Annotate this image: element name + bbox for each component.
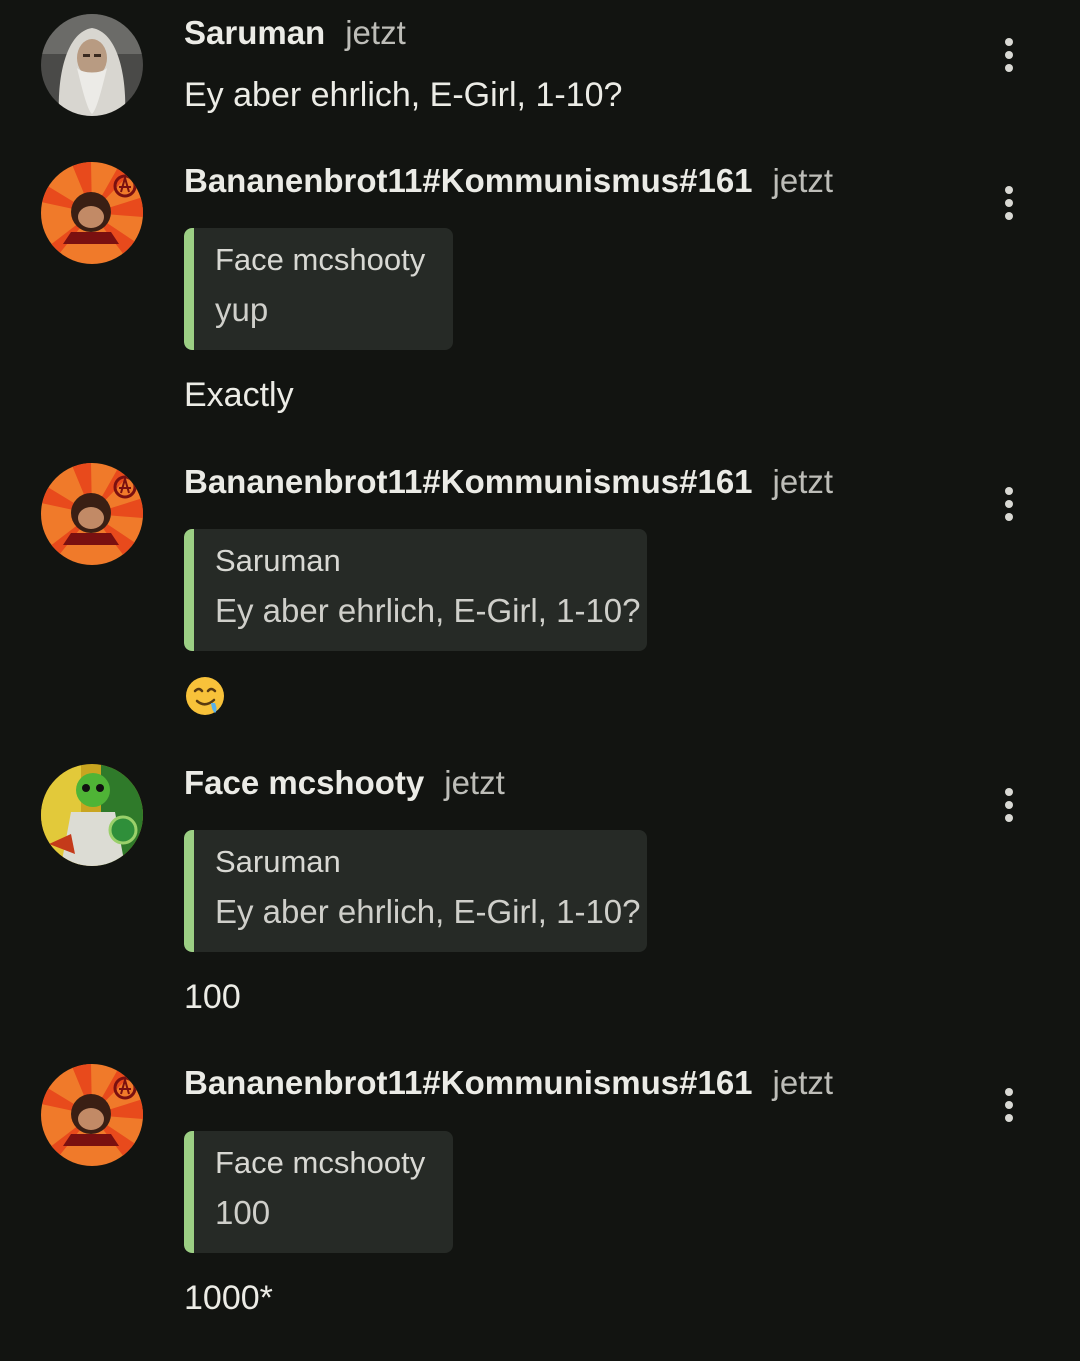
message: Bananenbrot11#Kommunismus#161 jetzt Face … bbox=[0, 1064, 1080, 1334]
avatar-bananenbrot[interactable] bbox=[41, 1064, 143, 1166]
face-mcshooty-avatar-image bbox=[41, 764, 143, 866]
reply-quote[interactable]: Face mcshooty 100 bbox=[184, 1131, 453, 1253]
quote-text: 100 bbox=[215, 1194, 271, 1231]
drooling-face-emoji bbox=[186, 677, 224, 715]
quote-author: Saruman bbox=[215, 543, 341, 578]
author-name[interactable]: Bananenbrot11#Kommunismus#161 bbox=[184, 463, 753, 500]
more-options-icon[interactable] bbox=[990, 480, 1028, 528]
saruman-avatar-image bbox=[41, 14, 143, 116]
message-header: Face mcshooty jetzt bbox=[184, 764, 505, 808]
message-header: Saruman jetzt bbox=[184, 14, 406, 58]
bananenbrot-avatar-image bbox=[41, 1064, 143, 1166]
avatar-face-mcshooty[interactable] bbox=[41, 764, 143, 866]
message-text: 100 bbox=[184, 978, 241, 1016]
author-name[interactable]: Bananenbrot11#Kommunismus#161 bbox=[184, 162, 753, 199]
author-name[interactable]: Face mcshooty bbox=[184, 764, 424, 801]
more-options-icon[interactable] bbox=[990, 31, 1028, 79]
quote-author: Face mcshooty bbox=[215, 242, 426, 277]
message-text: 1000* bbox=[184, 1279, 273, 1317]
bananenbrot-avatar-image bbox=[41, 162, 143, 264]
message-header: Bananenbrot11#Kommunismus#161 jetzt bbox=[184, 162, 833, 206]
timestamp: jetzt bbox=[345, 14, 406, 51]
message: Saruman jetzt Ey aber ehrlich, E-Girl, 1-… bbox=[0, 14, 1080, 124]
quote-text: Ey aber ehrlich, E-Girl, 1-10? bbox=[215, 893, 641, 930]
message: Bananenbrot11#Kommunismus#161 jetzt Sarum… bbox=[0, 463, 1080, 723]
author-name[interactable]: Saruman bbox=[184, 14, 325, 51]
reply-quote[interactable]: Saruman Ey aber ehrlich, E-Girl, 1-10? bbox=[184, 529, 647, 651]
bananenbrot-avatar-image bbox=[41, 463, 143, 565]
timestamp: jetzt bbox=[444, 764, 505, 801]
quote-author: Face mcshooty bbox=[215, 1145, 426, 1180]
reply-quote[interactable]: Face mcshooty yup bbox=[184, 228, 453, 350]
reply-quote[interactable]: Saruman Ey aber ehrlich, E-Girl, 1-10? bbox=[184, 830, 647, 952]
quote-author: Saruman bbox=[215, 844, 341, 879]
timestamp: jetzt bbox=[772, 1064, 834, 1101]
quote-accent-bar bbox=[184, 228, 194, 350]
message-text: Exactly bbox=[184, 376, 294, 414]
quote-accent-bar bbox=[184, 1131, 194, 1253]
message-text: Ey aber ehrlich, E-Girl, 1-10? bbox=[184, 76, 623, 114]
timestamp: jetzt bbox=[772, 162, 834, 199]
avatar-bananenbrot[interactable] bbox=[41, 162, 143, 264]
message-header: Bananenbrot11#Kommunismus#161 jetzt bbox=[184, 1064, 833, 1108]
quote-accent-bar bbox=[184, 830, 194, 952]
timestamp: jetzt bbox=[772, 463, 834, 500]
quote-accent-bar bbox=[184, 529, 194, 651]
more-options-icon[interactable] bbox=[990, 781, 1028, 829]
quote-text: Ey aber ehrlich, E-Girl, 1-10? bbox=[215, 592, 641, 629]
avatar-saruman[interactable] bbox=[41, 14, 143, 116]
avatar-bananenbrot[interactable] bbox=[41, 463, 143, 565]
more-options-icon[interactable] bbox=[990, 1081, 1028, 1129]
message: Bananenbrot11#Kommunismus#161 jetzt Face … bbox=[0, 162, 1080, 422]
message-header: Bananenbrot11#Kommunismus#161 jetzt bbox=[184, 463, 833, 507]
message: Face mcshooty jetzt Saruman Ey aber ehrli… bbox=[0, 764, 1080, 1024]
more-options-icon[interactable] bbox=[990, 179, 1028, 227]
author-name[interactable]: Bananenbrot11#Kommunismus#161 bbox=[184, 1064, 753, 1101]
quote-text: yup bbox=[215, 291, 269, 328]
